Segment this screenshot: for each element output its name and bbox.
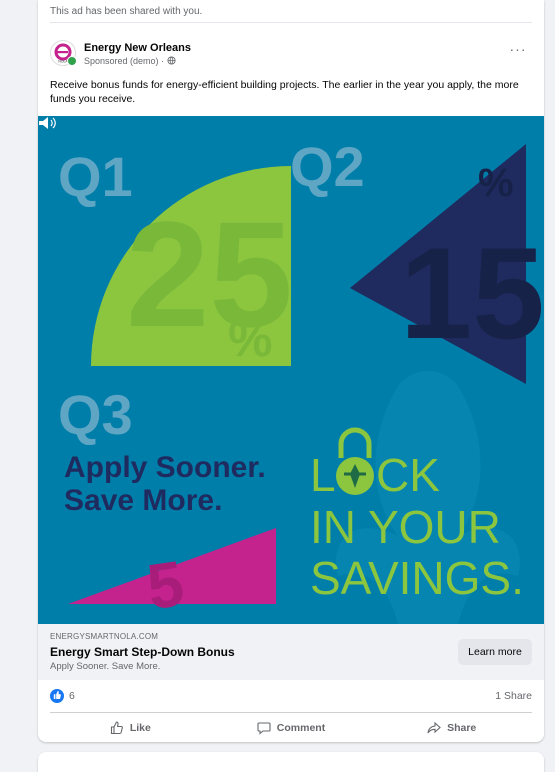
reaction-stats: 6 1 Share (50, 688, 532, 706)
q2-label: Q2 (290, 135, 365, 198)
headline-line-2: Save More. (64, 484, 222, 517)
share-icon (427, 721, 441, 734)
creative-artwork: 25 % Q1 15 % Q2 Q3 Apply Sooner. Save Mo… (58, 135, 544, 624)
speaker-icon[interactable] (38, 116, 56, 130)
link-preview[interactable]: ENERGYSMARTNOLA.COM Energy Smart Step-Do… (38, 624, 544, 680)
online-status-dot (67, 56, 77, 66)
comment-button[interactable]: Comment (211, 713, 372, 742)
link-title: Energy Smart Step-Down Bonus (50, 645, 235, 659)
more-options-button[interactable]: ··· (508, 42, 528, 60)
page-avatar[interactable]: NOLA (50, 40, 77, 66)
link-domain: ENERGYSMARTNOLA.COM (50, 632, 159, 641)
ad-creative-image[interactable]: 25 % Q1 15 % Q2 Q3 Apply Sooner. Save Mo… (38, 116, 544, 624)
lock-text-savings: SAVINGS. (310, 552, 524, 604)
lock-text-ck: CK (376, 449, 440, 501)
next-post-card (38, 752, 544, 772)
page-name-link[interactable]: Energy New Orleans (84, 42, 191, 54)
q1-percent-sign: % (228, 311, 272, 367)
ad-post-card: This ad has been shared with you. NOLA E… (38, 0, 544, 742)
sponsored-text: Sponsored (demo) · (84, 56, 167, 66)
learn-more-button[interactable]: Learn more (458, 639, 532, 665)
share-count[interactable]: 1 Share (495, 690, 532, 702)
comment-icon (257, 722, 271, 735)
link-description: Apply Sooner. Save More. (50, 661, 161, 672)
q2-percent-number: 15 (400, 220, 544, 366)
like-label: Like (129, 722, 151, 734)
like-reaction-icon (50, 689, 64, 703)
padlock-icon (336, 427, 374, 495)
comment-label: Comment (276, 722, 326, 734)
shared-notice: This ad has been shared with you. (50, 6, 532, 23)
share-button[interactable]: Share (371, 713, 532, 742)
sponsored-label: Sponsored (demo) · (84, 56, 176, 66)
q3-label: Q3 (58, 383, 133, 446)
post-body-text: Receive bonus funds for energy-efficient… (50, 79, 519, 105)
q4-percent-number: 5 (143, 547, 188, 623)
thumbs-up-icon (110, 721, 123, 735)
share-label: Share (447, 722, 477, 734)
lock-text-in-your: IN YOUR (310, 501, 501, 553)
q1-label: Q1 (58, 145, 133, 208)
post-header: NOLA Energy New Orleans Sponsored (demo)… (50, 40, 532, 74)
headline-line-1: Apply Sooner. (64, 451, 266, 484)
like-count[interactable]: 6 (69, 690, 75, 702)
lock-text-l: L (310, 449, 336, 501)
globe-icon (166, 56, 176, 65)
like-button[interactable]: Like (50, 713, 211, 742)
post-actions-bar: Like Comment Share (50, 712, 532, 742)
q2-percent-sign: % (478, 161, 514, 205)
